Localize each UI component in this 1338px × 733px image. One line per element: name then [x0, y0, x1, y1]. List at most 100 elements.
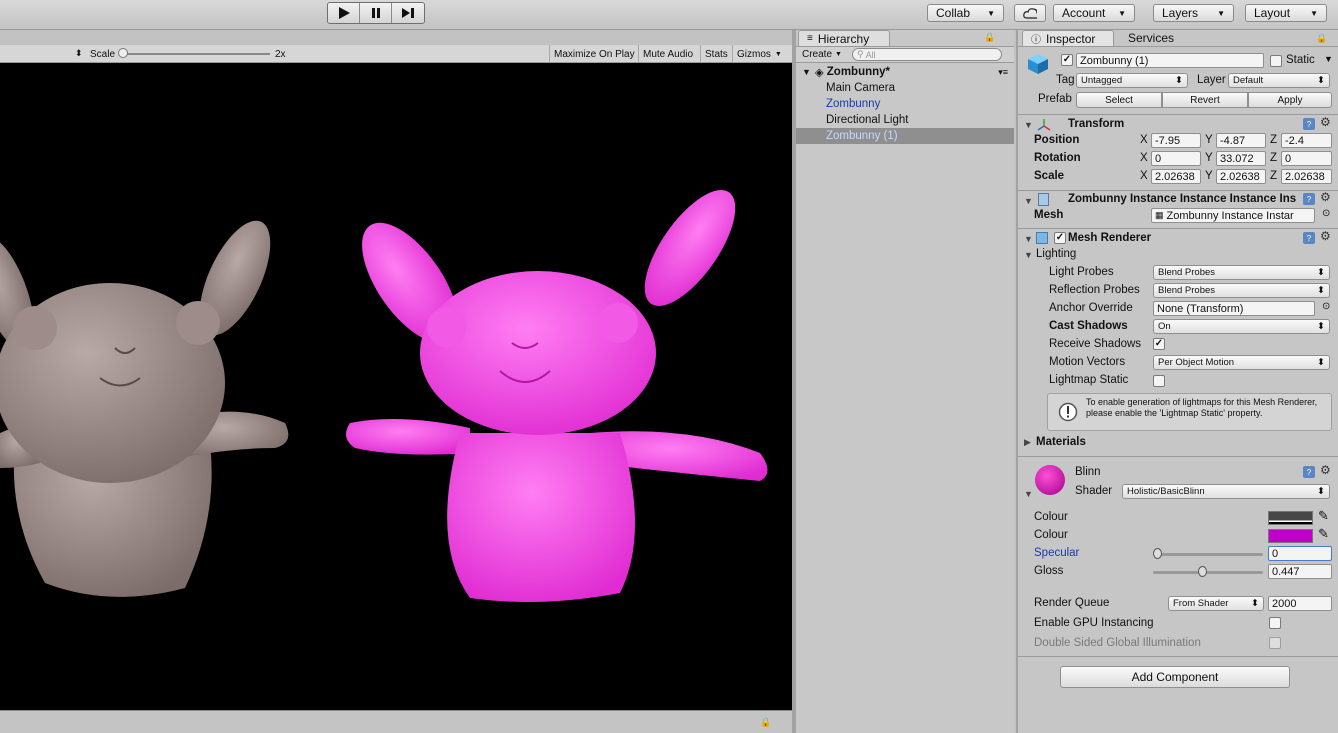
- pause-button[interactable]: [360, 3, 392, 23]
- create-dropdown[interactable]: Create ▼: [802, 48, 842, 61]
- mute-audio-toggle[interactable]: Mute Audio: [638, 45, 697, 63]
- hierarchy-lock-icon[interactable]: 🔒: [984, 32, 995, 43]
- add-component-button[interactable]: Add Component: [1060, 666, 1290, 688]
- prefab-select-button[interactable]: Select: [1076, 92, 1162, 108]
- gloss-field[interactable]: 0.447: [1268, 564, 1332, 579]
- object-name-field[interactable]: Zombunny (1): [1076, 53, 1264, 68]
- account-dropdown[interactable]: Account ▼: [1053, 4, 1135, 22]
- static-dropdown-icon[interactable]: ▼: [1324, 54, 1333, 64]
- anchor-override-field[interactable]: None (Transform): [1153, 301, 1315, 316]
- cast-shadows-dropdown[interactable]: On ⬍: [1153, 319, 1330, 334]
- gear-icon[interactable]: ⚙: [1320, 229, 1331, 243]
- light-probes-dropdown[interactable]: Blend Probes ⬍: [1153, 265, 1330, 280]
- reflection-probes-dropdown[interactable]: Blend Probes ⬍: [1153, 283, 1330, 298]
- stats-toggle[interactable]: Stats: [700, 45, 732, 63]
- scene-expand-icon[interactable]: ▼: [802, 67, 811, 77]
- static-checkbox[interactable]: [1270, 55, 1282, 67]
- scene-menu-icon[interactable]: ▾≡: [998, 67, 1008, 78]
- scale-slider-thumb[interactable]: [118, 48, 128, 58]
- maximize-on-play-toggle[interactable]: Maximize On Play: [549, 45, 639, 63]
- position-x-field[interactable]: -7.95: [1151, 133, 1201, 148]
- lock-icon[interactable]: 🔒: [760, 717, 771, 728]
- render-queue-field[interactable]: 2000: [1268, 596, 1332, 611]
- tab-hierarchy[interactable]: ≡ Hierarchy: [798, 30, 890, 46]
- maximize-label: Maximize On Play: [554, 48, 635, 60]
- play-button[interactable]: [328, 3, 360, 23]
- colour2-swatch[interactable]: [1268, 529, 1313, 543]
- object-name-value: Zombunny (1): [1080, 54, 1149, 67]
- mesh-renderer-enabled-checkbox[interactable]: ✓: [1054, 232, 1066, 244]
- hierarchy-item-zombunny-1[interactable]: Zombunny (1): [796, 128, 1014, 144]
- scene-row[interactable]: ▼ ◈ Zombunny* ▾≡: [796, 64, 1014, 80]
- hierarchy-item-zombunny[interactable]: Zombunny: [796, 96, 1014, 112]
- gear-icon[interactable]: ⚙: [1320, 463, 1331, 477]
- step-button[interactable]: [392, 3, 424, 23]
- collab-button[interactable]: Collab ▼: [927, 4, 1004, 22]
- position-y-field[interactable]: -4.87: [1216, 133, 1266, 148]
- scale-slider[interactable]: [120, 53, 270, 55]
- help-icon[interactable]: ?: [1303, 193, 1315, 205]
- main-toolbar: Collab ▼ Account ▼ Layers ▼ Layout ▼: [0, 0, 1338, 30]
- prefab-revert-button[interactable]: Revert: [1162, 92, 1248, 108]
- active-checkbox[interactable]: ✓: [1061, 54, 1073, 66]
- gear-icon[interactable]: ⚙: [1320, 190, 1331, 204]
- gpu-instancing-checkbox[interactable]: [1269, 617, 1281, 629]
- material-foldout-icon[interactable]: ▼: [1024, 489, 1033, 499]
- rotation-x-field[interactable]: 0: [1151, 151, 1201, 166]
- object-picker-icon[interactable]: ⊙: [1322, 301, 1330, 312]
- hierarchy-item-label: Zombunny (1): [826, 130, 898, 142]
- receive-shadows-checkbox[interactable]: ✓: [1153, 338, 1165, 350]
- game-viewport[interactable]: [0, 63, 792, 710]
- scale-y-field[interactable]: 2.02638: [1216, 169, 1266, 184]
- inspector-lock-icon[interactable]: 🔒: [1316, 33, 1327, 44]
- mesh-field[interactable]: ▦ Zombunny Instance Instar: [1151, 208, 1315, 223]
- gear-icon[interactable]: ⚙: [1320, 115, 1331, 129]
- resolution-stepper-icon[interactable]: ⬍: [75, 48, 83, 59]
- scale-z-field[interactable]: 2.02638: [1281, 169, 1332, 184]
- specular-field[interactable]: 0: [1268, 546, 1332, 561]
- inspector-tab-label: Inspector: [1046, 31, 1096, 46]
- scale-x-field[interactable]: 2.02638: [1151, 169, 1201, 184]
- eyedropper-icon[interactable]: ✎: [1318, 526, 1329, 542]
- gloss-slider-thumb[interactable]: [1198, 566, 1207, 577]
- layout-dropdown[interactable]: Layout ▼: [1245, 4, 1327, 22]
- rotation-z-field[interactable]: 0: [1281, 151, 1332, 166]
- meshfilter-foldout-icon[interactable]: ▼: [1024, 196, 1033, 206]
- cloud-button[interactable]: [1014, 4, 1046, 22]
- help-icon[interactable]: ?: [1303, 118, 1315, 130]
- colour1-swatch[interactable]: [1268, 511, 1313, 525]
- search-icon: ⚲: [857, 49, 864, 59]
- hierarchy-item-main-camera[interactable]: Main Camera: [796, 80, 1014, 96]
- hierarchy-item-directional-light[interactable]: Directional Light: [796, 112, 1014, 128]
- help-icon[interactable]: ?: [1303, 232, 1315, 244]
- apply-label: Apply: [1277, 94, 1303, 106]
- tab-inspector[interactable]: ⓘ Inspector: [1022, 30, 1114, 46]
- rotation-y-field[interactable]: 33.072: [1216, 151, 1266, 166]
- lightmap-static-checkbox[interactable]: [1153, 375, 1165, 387]
- gloss-slider[interactable]: [1153, 571, 1263, 574]
- specular-slider-thumb[interactable]: [1153, 548, 1162, 559]
- lighting-foldout-icon[interactable]: ▼: [1024, 250, 1033, 260]
- hierarchy-panel: ≡ Hierarchy 🔒 Create ▼ ⚲ All ▼ ◈ Zombunny* …: [796, 30, 1014, 733]
- hierarchy-search-input[interactable]: ⚲ All: [852, 48, 1002, 61]
- object-picker-icon[interactable]: ⊙: [1322, 208, 1330, 219]
- meshrenderer-foldout-icon[interactable]: ▼: [1024, 234, 1033, 244]
- specular-slider[interactable]: [1153, 553, 1263, 556]
- layer-dropdown[interactable]: Default ⬍: [1228, 73, 1330, 88]
- mesh-renderer-icon: [1036, 232, 1048, 244]
- motion-vectors-dropdown[interactable]: Per Object Motion ⬍: [1153, 355, 1330, 370]
- help-icon[interactable]: ?: [1303, 466, 1315, 478]
- cast-shadows-label: Cast Shadows: [1049, 320, 1128, 332]
- tag-dropdown[interactable]: Untagged ⬍: [1076, 73, 1188, 88]
- eyedropper-icon[interactable]: ✎: [1318, 508, 1329, 524]
- transform-foldout-icon[interactable]: ▼: [1024, 120, 1033, 130]
- prefab-apply-button[interactable]: Apply: [1248, 92, 1332, 108]
- tab-services[interactable]: Services: [1128, 31, 1174, 45]
- layers-dropdown[interactable]: Layers ▼: [1153, 4, 1234, 22]
- materials-foldout-icon[interactable]: ▶: [1024, 437, 1031, 448]
- colour1-label: Colour: [1034, 511, 1068, 523]
- position-z-field[interactable]: -2.4: [1281, 133, 1332, 148]
- shader-dropdown[interactable]: Holistic/BasicBlinn ⬍: [1122, 484, 1330, 499]
- render-queue-dropdown[interactable]: From Shader ⬍: [1168, 596, 1264, 611]
- gizmos-dropdown[interactable]: Gizmos ▼: [732, 45, 786, 63]
